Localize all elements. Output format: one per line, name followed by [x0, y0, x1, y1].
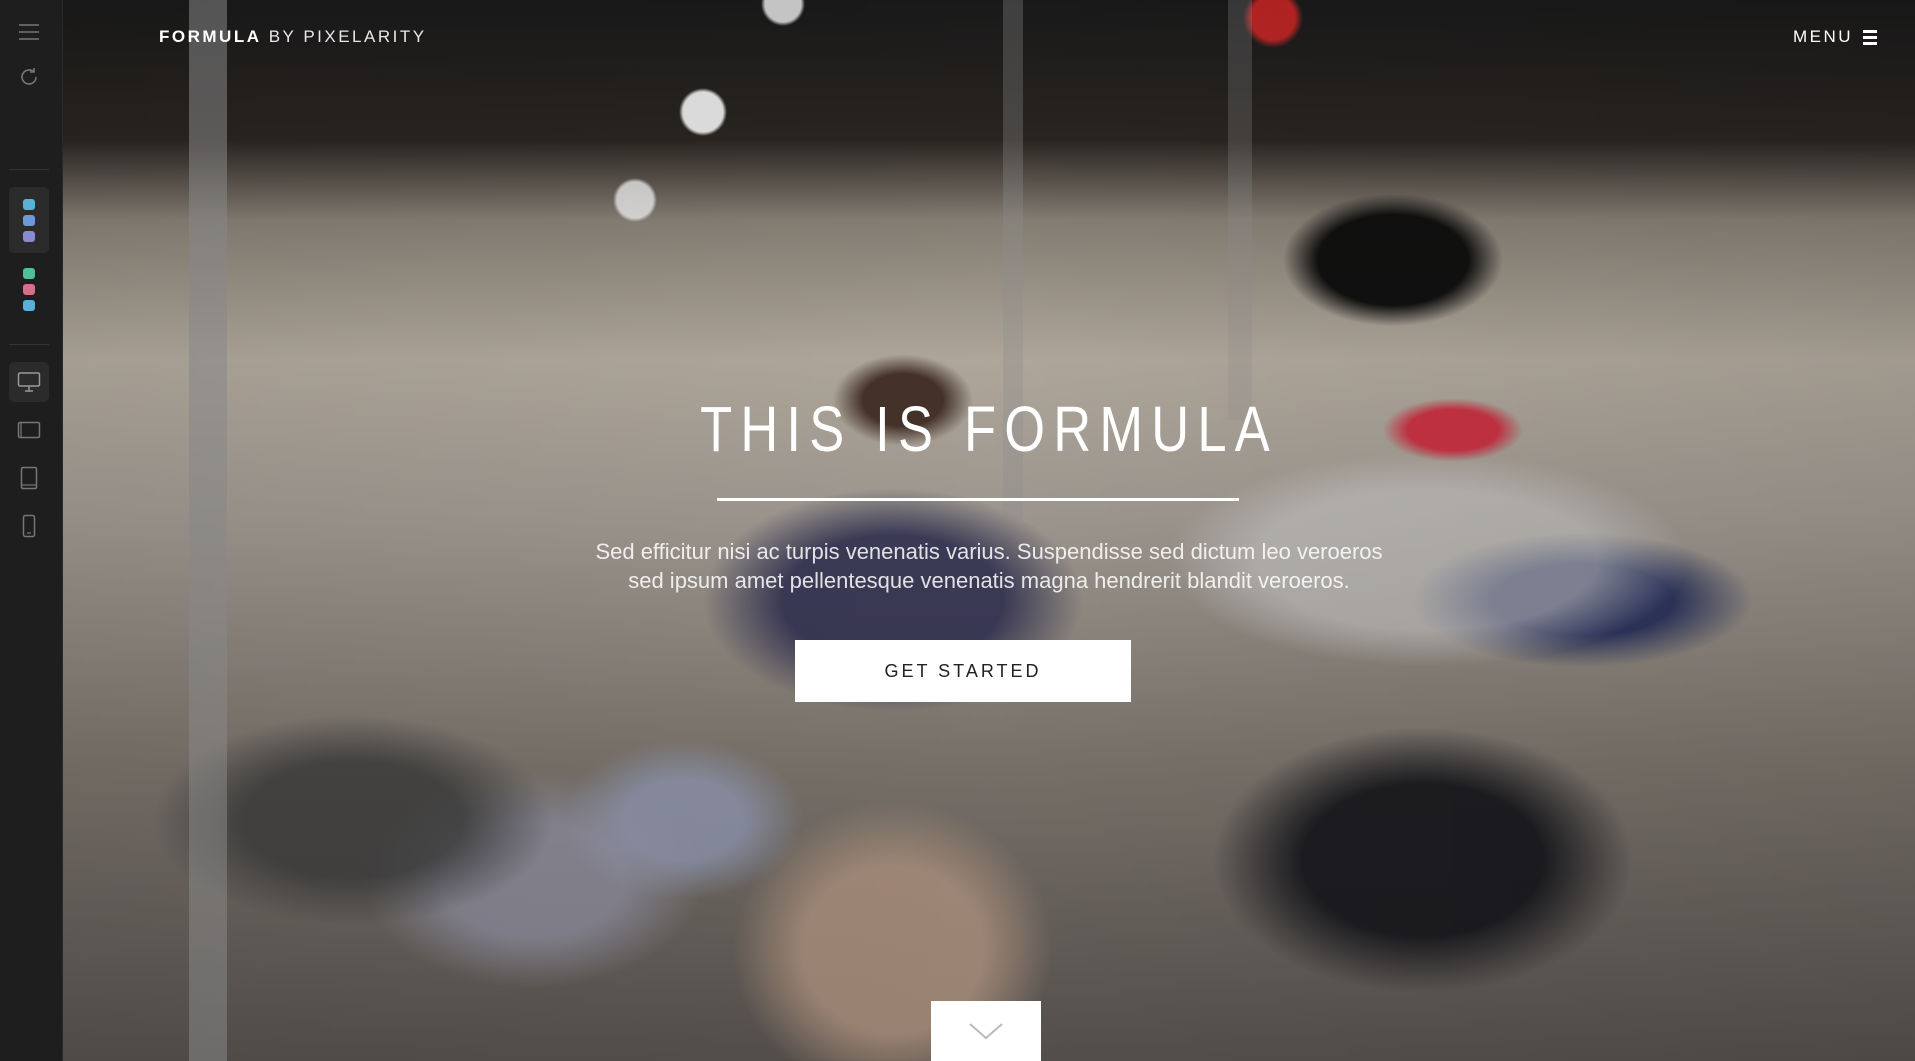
toolbar-divider [9, 344, 49, 345]
color-scheme-2-button[interactable] [9, 256, 49, 322]
tablet-landscape-view-button[interactable] [9, 410, 49, 450]
mobile-view-button[interactable] [9, 506, 49, 546]
hero-subtitle: Sed efficitur nisi ac turpis venenatis v… [63, 537, 1915, 595]
hero-subtitle-line: Sed efficitur nisi ac turpis venenatis v… [595, 539, 1383, 564]
toolbar-divider [9, 169, 49, 170]
hero-section: FORMULA BY PIXELARITY MENU THIS IS FORMU… [63, 0, 1915, 1061]
desktop-view-button[interactable] [9, 362, 49, 402]
hero-title: THIS IS FORMULA [700, 393, 1278, 465]
chevron-down-icon [969, 1023, 1003, 1040]
hamburger-icon[interactable] [9, 12, 49, 52]
color-scheme-1-button[interactable] [9, 187, 49, 253]
tablet-portrait-icon [20, 466, 38, 490]
preview-toolbar [0, 0, 63, 1061]
hero-subtitle-line: sed ipsum amet pellentesque venenatis ma… [628, 568, 1350, 593]
color-scheme-icon [23, 267, 35, 311]
tablet-landscape-icon [17, 421, 41, 439]
hero-content: THIS IS FORMULA Sed efficitur nisi ac tu… [63, 0, 1915, 1061]
color-scheme-icon [23, 198, 35, 242]
tablet-portrait-view-button[interactable] [9, 458, 49, 498]
desktop-icon [17, 372, 41, 392]
refresh-icon[interactable] [9, 57, 49, 97]
get-started-button[interactable]: GET STARTED [795, 640, 1131, 702]
title-divider [717, 498, 1239, 501]
scroll-down-button[interactable] [931, 1001, 1041, 1061]
mobile-icon [22, 514, 36, 538]
